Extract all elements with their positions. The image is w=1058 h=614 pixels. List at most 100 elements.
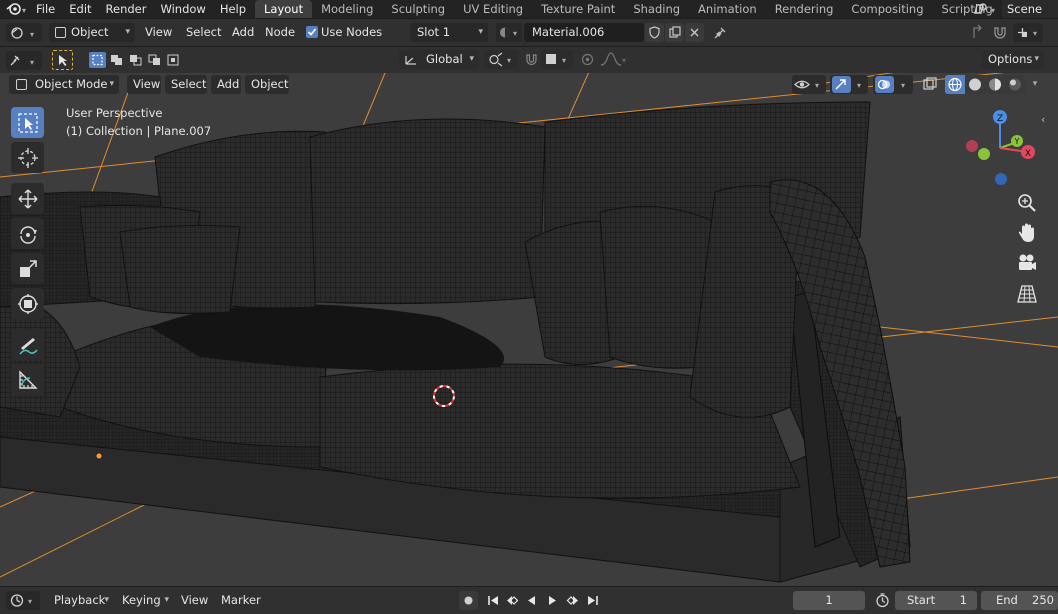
tool-mode-icon[interactable]: ▾: [6, 51, 42, 70]
viewport-menu-view[interactable]: View: [127, 75, 161, 94]
parent-node-tree-icon[interactable]: [968, 23, 987, 42]
jump-start-icon[interactable]: [484, 591, 503, 610]
shading-rendered-icon[interactable]: [1005, 75, 1025, 94]
xray-toggle-icon[interactable]: [920, 75, 940, 94]
menu-help[interactable]: Help: [213, 0, 253, 18]
timeline-menu-playback[interactable]: Playback ▾: [48, 591, 114, 610]
snap-toggle-icon[interactable]: [522, 50, 541, 69]
pan-hand-icon[interactable]: [1015, 221, 1039, 245]
snap-target-icon[interactable]: ▾: [1013, 23, 1043, 42]
timeline-menu-view[interactable]: View: [181, 591, 208, 610]
play-reverse-icon[interactable]: [522, 591, 541, 610]
select-mode-subtract-icon[interactable]: [127, 52, 144, 68]
editor-type-icon[interactable]: ▾: [6, 23, 42, 42]
node-menu-add[interactable]: Add: [232, 23, 254, 42]
select-box-tool-icon[interactable]: [52, 50, 73, 70]
annotate-tool[interactable]: [11, 329, 44, 360]
tab-animation[interactable]: Animation: [689, 0, 766, 18]
shading-options-chevron-icon[interactable]: ▾: [1027, 75, 1043, 94]
camera-view-icon[interactable]: [1015, 251, 1039, 275]
fake-user-shield-icon[interactable]: [645, 23, 664, 42]
tab-modeling[interactable]: Modeling: [312, 0, 382, 18]
svg-text:▾: ▾: [22, 6, 26, 15]
node-menu-node[interactable]: Node: [265, 23, 295, 42]
blender-logo-icon[interactable]: ▾: [4, 0, 30, 18]
next-keyframe-icon[interactable]: [563, 591, 582, 610]
snapping-magnet-icon[interactable]: [990, 23, 1010, 42]
cursor-tool[interactable]: [11, 142, 44, 173]
tab-texture-paint[interactable]: Texture Paint: [532, 0, 624, 18]
navigation-gizmo[interactable]: Z Y X: [960, 105, 1050, 189]
gizmo-toggle-icon[interactable]: ▾: [830, 75, 868, 94]
shading-wireframe-icon[interactable]: [945, 75, 965, 94]
measure-tool[interactable]: [11, 364, 44, 395]
menu-edit[interactable]: Edit: [62, 0, 98, 18]
material-browse-icon[interactable]: ▾: [496, 23, 522, 42]
prev-keyframe-icon[interactable]: [503, 591, 522, 610]
use-nodes-checkbox[interactable]: [306, 26, 318, 38]
zoom-icon[interactable]: [1015, 191, 1039, 215]
shading-material-icon[interactable]: [985, 75, 1005, 94]
visibility-eye-icon[interactable]: ▾: [792, 75, 826, 94]
use-nodes-label[interactable]: Use Nodes: [321, 23, 382, 42]
viewport-menu-select[interactable]: Select: [165, 75, 207, 94]
axis-neg-z-icon[interactable]: [995, 173, 1007, 185]
transform-orientation-dropdown[interactable]: Global ▾: [399, 50, 479, 69]
pivot-point-icon[interactable]: ▾: [484, 50, 518, 69]
axis-neg-x-icon[interactable]: [966, 140, 978, 152]
select-mode-intersect-icon[interactable]: [165, 52, 182, 68]
unlink-material-icon[interactable]: [685, 23, 704, 42]
tab-sculpting[interactable]: Sculpting: [382, 0, 454, 18]
menu-render[interactable]: Render: [99, 0, 154, 18]
scale-tool[interactable]: [11, 253, 44, 284]
tab-layout[interactable]: Layout: [255, 0, 313, 18]
overlays-icon[interactable]: ▾: [873, 75, 913, 94]
mode-dropdown[interactable]: Object Mode ▾: [9, 75, 119, 94]
rotate-tool[interactable]: [11, 218, 44, 249]
scene-name[interactable]: Scene: [1002, 0, 1058, 18]
move-tool[interactable]: [11, 183, 44, 214]
select-mode-extend-icon[interactable]: [108, 52, 125, 68]
pin-icon[interactable]: [711, 23, 730, 42]
tab-compositing[interactable]: Compositing: [842, 0, 932, 18]
shading-solid-icon[interactable]: [965, 75, 985, 94]
tab-shading[interactable]: Shading: [624, 0, 689, 18]
3d-viewport[interactable]: ▾ Global ▾ ▾ ▾ ▾ Options ▾ Object Mode ▾…: [0, 47, 1058, 586]
transform-tool[interactable]: [11, 288, 44, 319]
slot-dropdown[interactable]: Slot 1 ▾: [410, 23, 488, 42]
select-box-tool[interactable]: [11, 107, 44, 138]
tab-rendering[interactable]: Rendering: [766, 0, 843, 18]
snap-element-icon[interactable]: ▾: [541, 50, 573, 69]
select-mode-invert-icon[interactable]: [146, 52, 163, 68]
menu-file[interactable]: File: [29, 0, 62, 18]
menu-window[interactable]: Window: [153, 0, 212, 18]
proportional-edit-icon[interactable]: [578, 50, 597, 69]
falloff-curve-icon[interactable]: ▾: [598, 50, 630, 69]
current-frame-field[interactable]: 1: [793, 591, 865, 610]
start-value: 1: [959, 593, 967, 607]
duplicate-material-icon[interactable]: [665, 23, 684, 42]
svg-text:▾: ▾: [815, 81, 819, 90]
node-menu-view[interactable]: View: [145, 23, 172, 42]
timeline-editor-type-icon[interactable]: ▾: [6, 591, 40, 610]
end-frame-field[interactable]: End 250: [981, 591, 1058, 610]
viewport-menu-object[interactable]: Object: [245, 75, 289, 94]
record-keyframe-icon[interactable]: [459, 591, 478, 610]
options-dropdown[interactable]: Options ▾: [982, 50, 1044, 69]
scene-selector-icon[interactable]: ▾: [972, 0, 1002, 18]
use-preview-range-icon[interactable]: [873, 591, 892, 610]
jump-end-icon[interactable]: [583, 591, 602, 610]
sidebar-toggle-icon[interactable]: ‹: [1041, 112, 1053, 128]
viewport-menu-add[interactable]: Add: [211, 75, 241, 94]
material-name-field[interactable]: Material.006: [524, 23, 644, 42]
timeline-menu-marker[interactable]: Marker: [221, 591, 261, 610]
perspective-grid-icon[interactable]: [1015, 282, 1039, 306]
axis-neg-y-icon[interactable]: [978, 148, 990, 160]
shader-type-dropdown[interactable]: Object ▾: [49, 23, 135, 42]
start-frame-field[interactable]: Start 1: [895, 591, 977, 610]
tab-uv-editing[interactable]: UV Editing: [454, 0, 532, 18]
timeline-menu-keying[interactable]: Keying ▾: [116, 591, 174, 610]
play-icon[interactable]: [543, 591, 562, 610]
select-mode-new-icon[interactable]: [89, 52, 106, 68]
node-menu-select[interactable]: Select: [186, 23, 221, 42]
